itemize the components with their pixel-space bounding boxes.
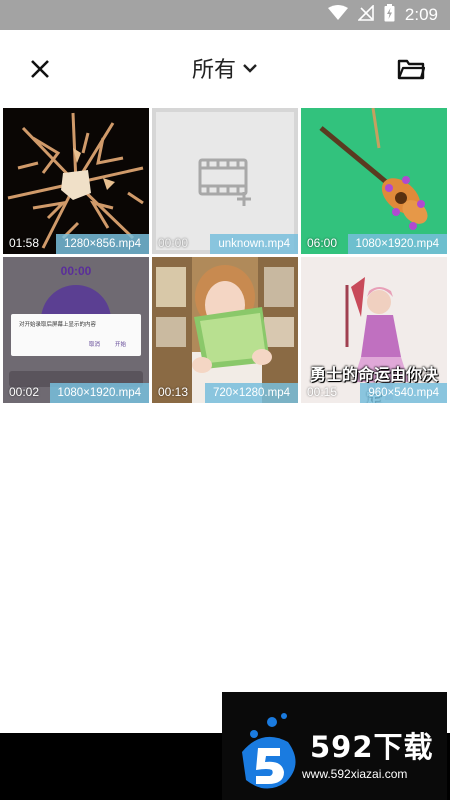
no-signal-icon: [356, 4, 374, 25]
video-duration: 00:13: [158, 385, 189, 399]
battery-charging-icon: [384, 4, 395, 26]
status-bar: 2:09: [0, 0, 450, 30]
album-selector[interactable]: 所有: [192, 52, 258, 84]
watermark: 592下载 www.592xiazai.com: [222, 692, 447, 800]
toolbar: 所有: [0, 30, 450, 106]
video-tile[interactable]: 00:00 unknown.mp4: [152, 108, 298, 254]
video-duration: 00:00: [158, 236, 189, 250]
video-duration: 00:15: [307, 385, 338, 399]
folder-button[interactable]: [396, 55, 426, 83]
wifi-icon: [327, 5, 348, 25]
video-thumbnail: 00:00 对开始录取后屏幕上显示的内容 取消 开始: [3, 257, 149, 403]
video-info: unknown.mp4: [210, 234, 298, 254]
watermark-url: www.592xiazai.com: [302, 767, 408, 781]
close-button[interactable]: [26, 55, 54, 83]
video-info: 1280×856.mp4: [55, 234, 149, 254]
chevron-down-icon: [243, 64, 257, 73]
video-info: 1080×1920.mp4: [347, 234, 447, 254]
dialog-box: 对开始录取后屏幕上显示的内容 取消 开始: [11, 314, 141, 356]
close-icon: [31, 60, 49, 78]
video-thumbnail: [3, 108, 149, 254]
album-title: 所有: [191, 58, 237, 83]
video-thumbnail: [301, 108, 447, 254]
video-tile[interactable]: 勇士的命运由你决定 00:15 960×540.mp4: [301, 257, 447, 403]
video-duration: 01:58: [9, 236, 40, 250]
video-thumbnail: [152, 257, 298, 403]
watermark-logo-icon: [242, 713, 296, 789]
timer-text: 00:00: [60, 264, 92, 278]
video-info: 960×540.mp4: [360, 383, 447, 403]
status-time: 2:09: [404, 5, 438, 24]
watermark-brand: 592下载: [310, 730, 434, 764]
folder-icon: [397, 59, 425, 80]
video-tile[interactable]: 00:00 对开始录取后屏幕上显示的内容 取消 开始 00:02 1080×19…: [3, 257, 149, 403]
video-tile[interactable]: 06:00 1080×1920.mp4: [301, 108, 447, 254]
video-info: 720×1280.mp4: [204, 383, 298, 403]
video-duration: 06:00: [307, 236, 338, 250]
video-placeholder: [152, 108, 298, 254]
video-tile[interactable]: 01:58 1280×856.mp4: [3, 108, 149, 254]
video-duration: 00:02: [9, 385, 40, 399]
video-tile[interactable]: 00:13 720×1280.mp4: [152, 257, 298, 403]
video-info: 1080×1920.mp4: [49, 383, 149, 403]
